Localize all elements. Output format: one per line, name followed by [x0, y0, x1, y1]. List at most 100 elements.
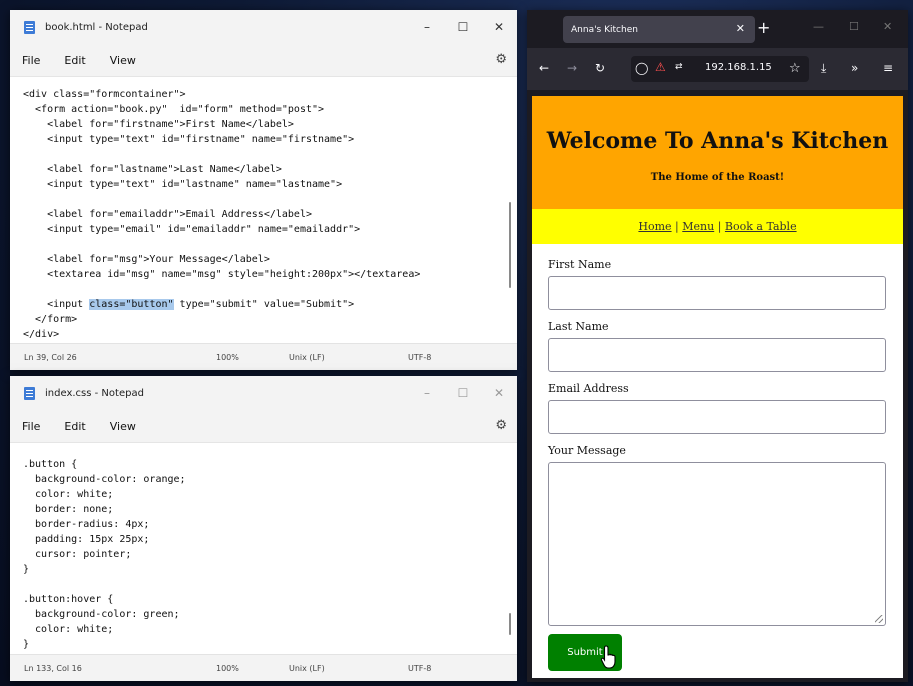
code-text[interactable]: <div class="formcontainer"> <form action… [10, 77, 517, 342]
code-line[interactable]: } [23, 562, 517, 577]
code-line[interactable]: } [23, 637, 517, 652]
label-last-name: Last Name [548, 320, 609, 333]
notepad-css-window: index.css - Notepad – ☐ ✕ File Edit View… [10, 376, 517, 681]
tab-annas-kitchen[interactable]: Anna's Kitchen ✕ [563, 16, 755, 43]
code-line[interactable] [23, 147, 517, 162]
status-zoom: 100% [216, 663, 239, 673]
message-textarea[interactable] [548, 462, 886, 626]
maximize-button[interactable]: ☐ [849, 20, 859, 33]
code-line[interactable] [23, 577, 517, 592]
scrollbar[interactable] [509, 613, 511, 635]
back-arrow-icon[interactable]: ← [539, 61, 549, 75]
menu-file[interactable]: File [22, 54, 40, 67]
code-line[interactable]: <label for="msg">Your Message</label> [23, 252, 517, 267]
new-tab-icon[interactable]: + [757, 18, 770, 37]
code-line[interactable]: <label for="lastname">Last Name</label> [23, 162, 517, 177]
minimize-button[interactable]: – [409, 376, 445, 410]
menu-file[interactable]: File [22, 420, 40, 433]
maximize-button[interactable]: ☐ [445, 376, 481, 410]
menu-bar: File Edit View ⚙ [10, 44, 517, 76]
code-line[interactable]: <div class="formcontainer"> [23, 87, 517, 102]
code-line[interactable]: <input type="text" id="lastname" name="l… [23, 177, 517, 192]
downloads-icon[interactable]: ⤓ [821, 61, 826, 76]
close-button[interactable]: ✕ [481, 376, 517, 410]
nav-link-menu[interactable]: Menu [682, 220, 714, 233]
code-line[interactable]: border-radius: 4px; [23, 517, 517, 532]
code-line[interactable]: <textarea id="msg" name="msg" style="hei… [23, 267, 517, 282]
insecure-lock-icon[interactable]: ⚠ [655, 60, 666, 74]
email-input[interactable] [548, 400, 886, 434]
reload-icon[interactable]: ↻ [595, 61, 605, 75]
bookmark-star-icon[interactable]: ☆ [789, 61, 801, 76]
code-line[interactable] [23, 282, 517, 297]
window-title: book.html - Notepad [45, 21, 148, 33]
code-line[interactable] [23, 237, 517, 252]
status-position: Ln 39, Col 26 [24, 352, 77, 362]
last-name-input[interactable] [548, 338, 886, 372]
menu-view[interactable]: View [110, 420, 136, 433]
status-encoding: UTF-8 [408, 663, 432, 673]
status-position: Ln 133, Col 16 [24, 663, 82, 673]
code-line[interactable]: background-color: orange; [23, 472, 517, 487]
url-bar[interactable]: ◯ ⚠ ⇄ 192.168.1.15 [631, 56, 809, 82]
close-button[interactable]: ✕ [481, 10, 517, 44]
code-line[interactable]: cursor: pointer; [23, 547, 517, 562]
editor-area[interactable]: .button { background-color: orange; colo… [10, 442, 517, 655]
code-line[interactable]: <label for="firstname">First Name</label… [23, 117, 517, 132]
selected-text[interactable]: class="button" [89, 299, 174, 310]
code-line[interactable]: background-color: green; [23, 607, 517, 622]
scrollbar[interactable] [509, 202, 511, 288]
browser-window: Anna's Kitchen ✕ + — ☐ ✕ ← → ↻ ◯ ⚠ ⇄ 192… [527, 10, 908, 682]
shield-icon[interactable]: ◯ [635, 61, 648, 75]
code-line[interactable]: <label for="emailaddr">Email Address</la… [23, 207, 517, 222]
nav-link-book-a-table[interactable]: Book a Table [725, 220, 797, 233]
notepad-icon [24, 20, 35, 34]
close-button[interactable]: ✕ [883, 20, 892, 33]
permissions-icon[interactable]: ⇄ [675, 62, 683, 72]
hand-pointer-icon [600, 645, 616, 669]
forward-arrow-icon[interactable]: → [567, 61, 577, 75]
settings-gear-icon[interactable]: ⚙ [495, 418, 507, 433]
code-line[interactable]: <form action="book.py" id="form" method=… [23, 102, 517, 117]
overflow-chevron-icon[interactable]: » [851, 61, 858, 75]
first-name-input[interactable] [548, 276, 886, 310]
minimize-button[interactable]: — [813, 20, 824, 33]
code-line[interactable]: </div> [23, 327, 517, 342]
tab-strip: Anna's Kitchen ✕ + — ☐ ✕ [527, 10, 908, 48]
code-line[interactable]: <input type="text" id="firstname" name="… [23, 132, 517, 147]
editor-area[interactable]: <div class="formcontainer"> <form action… [10, 76, 517, 345]
label-email-address: Email Address [548, 382, 629, 395]
code-line[interactable]: border: none; [23, 502, 517, 517]
code-line[interactable]: .button:hover { [23, 592, 517, 607]
code-line[interactable] [23, 192, 517, 207]
menu-view[interactable]: View [110, 54, 136, 67]
status-eol: Unix (LF) [289, 663, 325, 673]
maximize-button[interactable]: ☐ [445, 10, 481, 44]
code-line[interactable]: <input type="email" id="emailaddr" name=… [23, 222, 517, 237]
code-line[interactable]: <input class="button" type="submit" valu… [23, 297, 517, 312]
menu-bar: File Edit View ⚙ [10, 410, 517, 442]
page-heading: Welcome To Anna's Kitchen [546, 128, 889, 154]
code-text[interactable]: .button { background-color: orange; colo… [10, 443, 517, 652]
notepad-icon [24, 386, 35, 400]
code-line[interactable]: color: white; [23, 487, 517, 502]
notepad-book-window: book.html - Notepad – ☐ ✕ File Edit View… [10, 10, 517, 370]
minimize-button[interactable]: – [409, 10, 445, 44]
hamburger-menu-icon[interactable]: ≡ [883, 61, 893, 75]
code-line[interactable]: padding: 15px 25px; [23, 532, 517, 547]
web-page: Welcome To Anna's Kitchen The Home of th… [532, 96, 903, 678]
code-line[interactable]: .button { [23, 457, 517, 472]
menu-edit[interactable]: Edit [64, 54, 85, 67]
title-bar[interactable]: book.html - Notepad – ☐ ✕ [10, 10, 517, 44]
close-tab-icon[interactable]: ✕ [736, 22, 745, 35]
settings-gear-icon[interactable]: ⚙ [495, 52, 507, 67]
url-text[interactable]: 192.168.1.15 [705, 62, 772, 73]
booking-form: First Name Last Name Email Address Your … [548, 256, 886, 626]
status-bar: Ln 133, Col 16 100% Unix (LF) UTF-8 [10, 654, 517, 681]
nav-link-home[interactable]: Home [638, 220, 671, 233]
title-bar[interactable]: index.css - Notepad – ☐ ✕ [10, 376, 517, 410]
code-line[interactable]: color: white; [23, 622, 517, 637]
tab-title: Anna's Kitchen [571, 24, 638, 35]
code-line[interactable]: </form> [23, 312, 517, 327]
menu-edit[interactable]: Edit [64, 420, 85, 433]
